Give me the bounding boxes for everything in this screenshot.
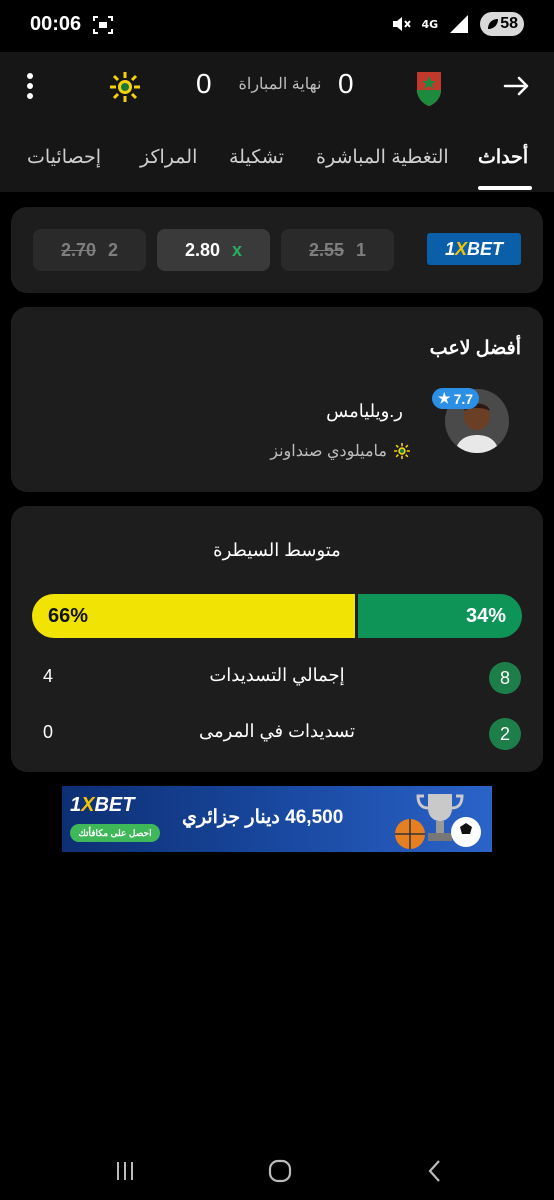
more-options-icon[interactable] (18, 68, 42, 104)
odds-option-draw[interactable]: 2.80 x (157, 229, 270, 271)
odds-option-away[interactable]: 2.70 2 (33, 229, 146, 271)
odds-label: 2 (108, 239, 119, 260)
odds-label: x (232, 239, 243, 260)
stats-card: متوسط السيطرة 66% 34% 4 إجمالي التسديدات… (11, 506, 543, 772)
tab-live-coverage[interactable]: التغطية المباشرة (316, 146, 449, 169)
brand-part: X (455, 238, 468, 259)
player-name: ر.ويليامس (326, 401, 403, 421)
match-tabs: أحداث التغطية المباشرة تشكيلة المراكز إح… (0, 140, 554, 192)
back-arrow-icon[interactable] (500, 70, 532, 102)
recent-apps-icon[interactable] (110, 1156, 140, 1186)
away-score: 0 (196, 68, 212, 99)
tab-standings[interactable]: المراكز (140, 146, 197, 169)
network-type: 4G (421, 17, 439, 31)
active-tab-indicator (478, 186, 532, 190)
stat-row-total-shots: 4 إجمالي التسديدات 8 (11, 660, 543, 694)
brand-part: X (81, 794, 95, 816)
mute-icon (392, 17, 411, 31)
tab-statistics[interactable]: إحصائيات (27, 146, 101, 169)
ad-brand-logo: 1XBET (70, 794, 134, 817)
possession-home-segment: 34% (358, 594, 522, 638)
odds-option-home[interactable]: 2.55 1 (281, 229, 394, 271)
brand-part: BET (94, 794, 135, 816)
status-icons: 4G 58 (390, 12, 524, 36)
ad-cta-button[interactable]: احصل على مكافأتك (70, 824, 160, 842)
brand-part: 1 (70, 794, 82, 816)
odds-value: 2.70 (60, 239, 97, 260)
star-icon: ★ (438, 390, 451, 406)
brand-part: BET (467, 238, 504, 259)
possession-title: متوسط السيطرة (213, 540, 341, 560)
trophy-balls-icon (395, 794, 481, 849)
best-player-title: أفضل لاعب (429, 338, 521, 359)
stat-label: تسديدات في المرمى (199, 721, 355, 741)
status-bar: 00:06 4G 58 (0, 0, 554, 52)
stat-home-value: 8 (489, 662, 521, 694)
battery-level: 58 (500, 15, 518, 32)
leaf-icon (488, 19, 499, 29)
home-score: 0 (338, 68, 354, 99)
match-header: 0 نهاية المباراة 0 أحداث التغطية المباشر… (0, 52, 554, 192)
back-icon[interactable] (420, 1156, 450, 1186)
player-team-name: ماميلودي صنداونز (270, 443, 387, 460)
system-nav-bar (0, 1140, 554, 1200)
tab-events[interactable]: أحداث (478, 146, 528, 169)
odds-value: 2.80 (184, 239, 221, 260)
tab-lineup[interactable]: تشكيلة (229, 146, 284, 169)
ad-text: 46,500 دينار جزائري (182, 807, 344, 828)
stat-home-value: 2 (489, 718, 521, 750)
odds-value: 2.55 (308, 239, 345, 260)
possession-home-value: 34% (465, 604, 506, 627)
home-team-logo-icon[interactable] (414, 68, 444, 108)
best-player-card[interactable]: أفضل لاعب ★ 7.7 ر.ويليامس ماميلودي صنداو… (11, 307, 543, 492)
possession-away-value: 66% (48, 604, 89, 627)
odds-label: 1 (356, 239, 367, 260)
possession-away-segment: 66% (32, 594, 356, 638)
battery-icon: 58 (480, 12, 524, 36)
stat-row-shots-on-target: 0 تسديدات في المرمى 2 (11, 716, 543, 750)
brand-part: 1 (444, 238, 455, 259)
sundowns-logo-icon[interactable] (108, 70, 142, 104)
odds-card: 2.70 2 2.80 x 2.55 1 1 X BET (11, 207, 543, 293)
player-rating-badge: ★ 7.7 (432, 388, 480, 409)
possession-bar: 66% 34% (32, 594, 522, 638)
status-time: 00:06 (30, 13, 82, 35)
screenshot-icon (93, 16, 113, 34)
sundowns-logo-icon (394, 443, 410, 459)
ad-banner[interactable]: 1XBET احصل على مكافأتك 46,500 دينار جزائ… (62, 786, 492, 852)
player-rating: 7.7 (453, 390, 474, 407)
betting-provider-logo[interactable]: 1 X BET (427, 233, 521, 265)
match-status: نهاية المباراة (238, 76, 322, 93)
stat-label: إجمالي التسديدات (209, 665, 345, 685)
player-team: ماميلودي صنداونز (270, 441, 411, 461)
home-icon[interactable] (265, 1156, 295, 1186)
signal-icon (450, 15, 469, 33)
